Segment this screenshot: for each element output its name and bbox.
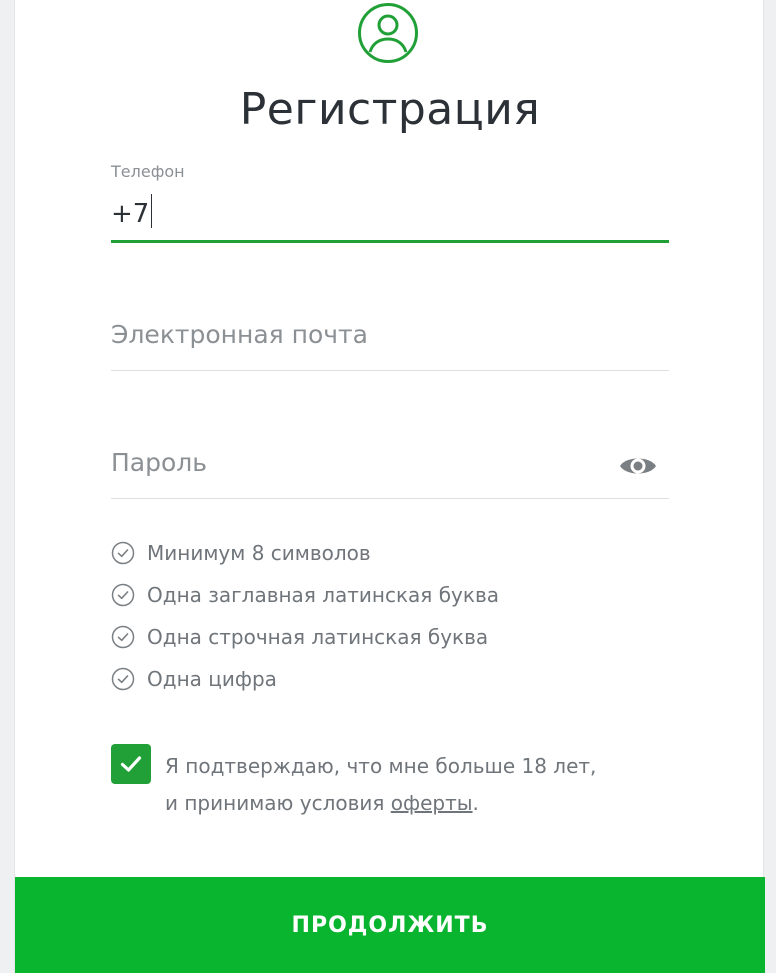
consent-checkbox[interactable] <box>111 744 151 784</box>
registration-card: Регистрация Телефон +7 Электронная почта… <box>14 0 765 973</box>
consent-line-2-prefix: и принимаю условия <box>165 791 391 815</box>
password-placeholder: Пароль <box>111 448 207 477</box>
password-rules-list: Минимум 8 символов Одна заглавная латинс… <box>111 532 671 700</box>
check-circle-icon <box>111 583 135 607</box>
password-rule: Минимум 8 символов <box>111 532 671 574</box>
password-rule-text: Одна строчная латинская буква <box>147 625 489 649</box>
password-rule: Одна заглавная латинская буква <box>111 574 671 616</box>
check-circle-icon <box>111 667 135 691</box>
page-title: Регистрация <box>239 84 541 135</box>
consent-line-2-suffix: . <box>472 791 479 815</box>
phone-value: +7 <box>111 199 150 229</box>
consent-text: Я подтверждаю, что мне больше 18 лет, и … <box>165 748 665 822</box>
password-rule: Одна цифра <box>111 658 671 700</box>
password-underline <box>111 498 669 499</box>
phone-underline <box>111 240 669 243</box>
password-rule: Одна строчная латинская буква <box>111 616 671 658</box>
eye-icon[interactable] <box>619 454 657 478</box>
phone-input[interactable]: +7 <box>111 194 153 229</box>
phone-field[interactable]: Телефон +7 <box>111 158 669 246</box>
consent-line-2: и принимаю условия оферты. <box>165 785 665 822</box>
check-circle-icon <box>111 541 135 565</box>
offer-link[interactable]: оферты <box>391 791 473 815</box>
password-rule-text: Одна цифра <box>147 667 277 691</box>
check-circle-icon <box>111 625 135 649</box>
continue-button[interactable]: ПРОДОЛЖИТЬ <box>15 877 765 973</box>
user-circle-icon <box>358 3 418 63</box>
email-placeholder: Электронная почта <box>111 320 368 349</box>
phone-label: Телефон <box>111 162 185 181</box>
checkmark-icon <box>120 756 142 772</box>
password-rule-text: Минимум 8 символов <box>147 541 371 565</box>
password-field[interactable]: Пароль <box>111 428 669 500</box>
password-rule-text: Одна заглавная латинская буква <box>147 583 499 607</box>
text-caret <box>151 194 153 228</box>
consent-line-1: Я подтверждаю, что мне больше 18 лет, <box>165 754 597 778</box>
email-underline <box>111 370 669 371</box>
email-field[interactable]: Электронная почта <box>111 300 669 372</box>
